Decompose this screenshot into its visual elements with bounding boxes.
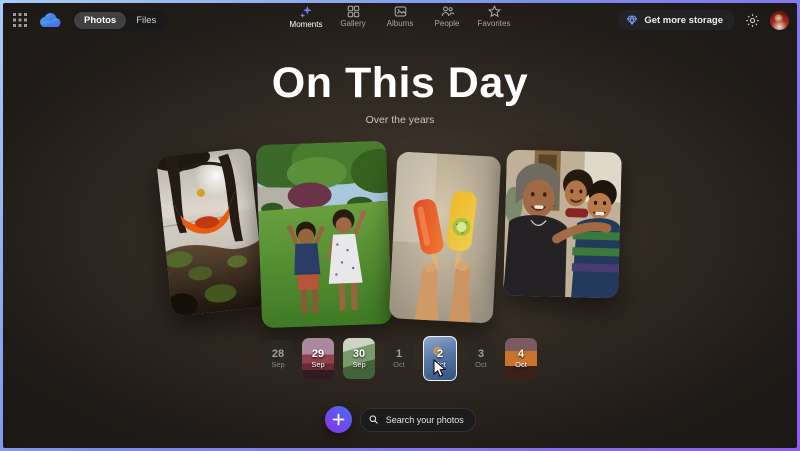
plus-icon: [332, 413, 345, 426]
add-button[interactable]: [325, 406, 352, 433]
toggle-photos[interactable]: Photos: [74, 12, 126, 29]
tile-day: 4: [518, 349, 524, 360]
topbar-left: Photos Files: [13, 3, 168, 37]
photos-files-toggle: Photos Files: [72, 10, 168, 31]
search-input[interactable]: [384, 414, 467, 426]
memory-photo-family-selfie[interactable]: [503, 150, 622, 299]
memory-photo-ice-pops[interactable]: [389, 151, 502, 323]
search-bar[interactable]: [360, 408, 476, 432]
tile-month: Sep: [271, 361, 284, 369]
onedrive-photos-app: Photos Files Moments G: [3, 3, 797, 448]
tile-day: 2: [437, 349, 443, 360]
main-nav: Moments Gallery Albums: [289, 5, 511, 29]
user-avatar[interactable]: [770, 11, 789, 30]
topbar-right: Get more storage: [618, 3, 789, 37]
tile-month: Oct: [434, 361, 446, 369]
people-icon: [441, 5, 454, 18]
page-subtitle: Over the years: [3, 114, 797, 126]
app-launcher-icon[interactable]: [13, 13, 27, 27]
toggle-files[interactable]: Files: [126, 12, 166, 29]
memory-photo-kids-lawn[interactable]: [256, 141, 392, 328]
get-more-storage-button[interactable]: Get more storage: [618, 10, 735, 30]
grid-icon: [347, 5, 360, 18]
tab-label: Moments: [290, 20, 323, 29]
date-tile-1-oct[interactable]: 1 Oct: [384, 340, 414, 377]
album-icon: [394, 5, 407, 18]
date-tile-28-sep[interactable]: 28 Sep: [263, 340, 293, 377]
tile-day: 1: [396, 349, 402, 360]
date-tile-3-oct[interactable]: 3 Oct: [466, 340, 496, 377]
settings-gear-icon[interactable]: [745, 13, 760, 28]
tab-albums[interactable]: Albums: [383, 5, 417, 29]
tab-moments[interactable]: Moments: [289, 5, 323, 29]
page-title: On This Day: [3, 60, 797, 107]
search-row: [3, 406, 797, 433]
date-tile-30-sep[interactable]: 30 Sep: [343, 338, 375, 379]
gradient-frame: Photos Files Moments G: [0, 0, 800, 451]
memory-photo-hammock[interactable]: [156, 148, 266, 317]
date-tile-4-oct[interactable]: 4 Oct: [505, 338, 537, 379]
storage-button-label: Get more storage: [644, 15, 723, 26]
tab-label: Albums: [387, 19, 414, 28]
date-strip: 28 Sep 29 Sep 30 Sep 1 Oct 2 Oct 3 Oct 4…: [3, 336, 797, 381]
tile-day: 29: [312, 349, 324, 360]
tab-label: Gallery: [340, 19, 365, 28]
hero: On This Day Over the years: [3, 60, 797, 126]
tile-month: Sep: [352, 361, 365, 369]
diamond-icon: [626, 14, 638, 26]
date-tile-29-sep[interactable]: 29 Sep: [302, 338, 334, 379]
tab-label: Favorites: [478, 19, 511, 28]
date-tile-2-oct-selected[interactable]: 2 Oct: [423, 336, 457, 381]
star-icon: [488, 5, 501, 18]
sparkle-icon: [299, 5, 313, 19]
tab-label: People: [435, 19, 460, 28]
tile-month: Oct: [475, 361, 487, 369]
search-icon: [369, 414, 378, 425]
tile-day: 3: [478, 349, 484, 360]
tile-day: 28: [272, 349, 284, 360]
tile-month: Oct: [393, 361, 405, 369]
onedrive-logo-icon[interactable]: [36, 11, 63, 29]
tab-gallery[interactable]: Gallery: [336, 5, 370, 29]
top-bar: Photos Files Moments G: [3, 3, 797, 37]
tab-favorites[interactable]: Favorites: [477, 5, 511, 29]
tile-month: Oct: [515, 361, 527, 369]
tab-people[interactable]: People: [430, 5, 464, 29]
tile-day: 30: [353, 349, 365, 360]
tile-month: Sep: [311, 361, 324, 369]
